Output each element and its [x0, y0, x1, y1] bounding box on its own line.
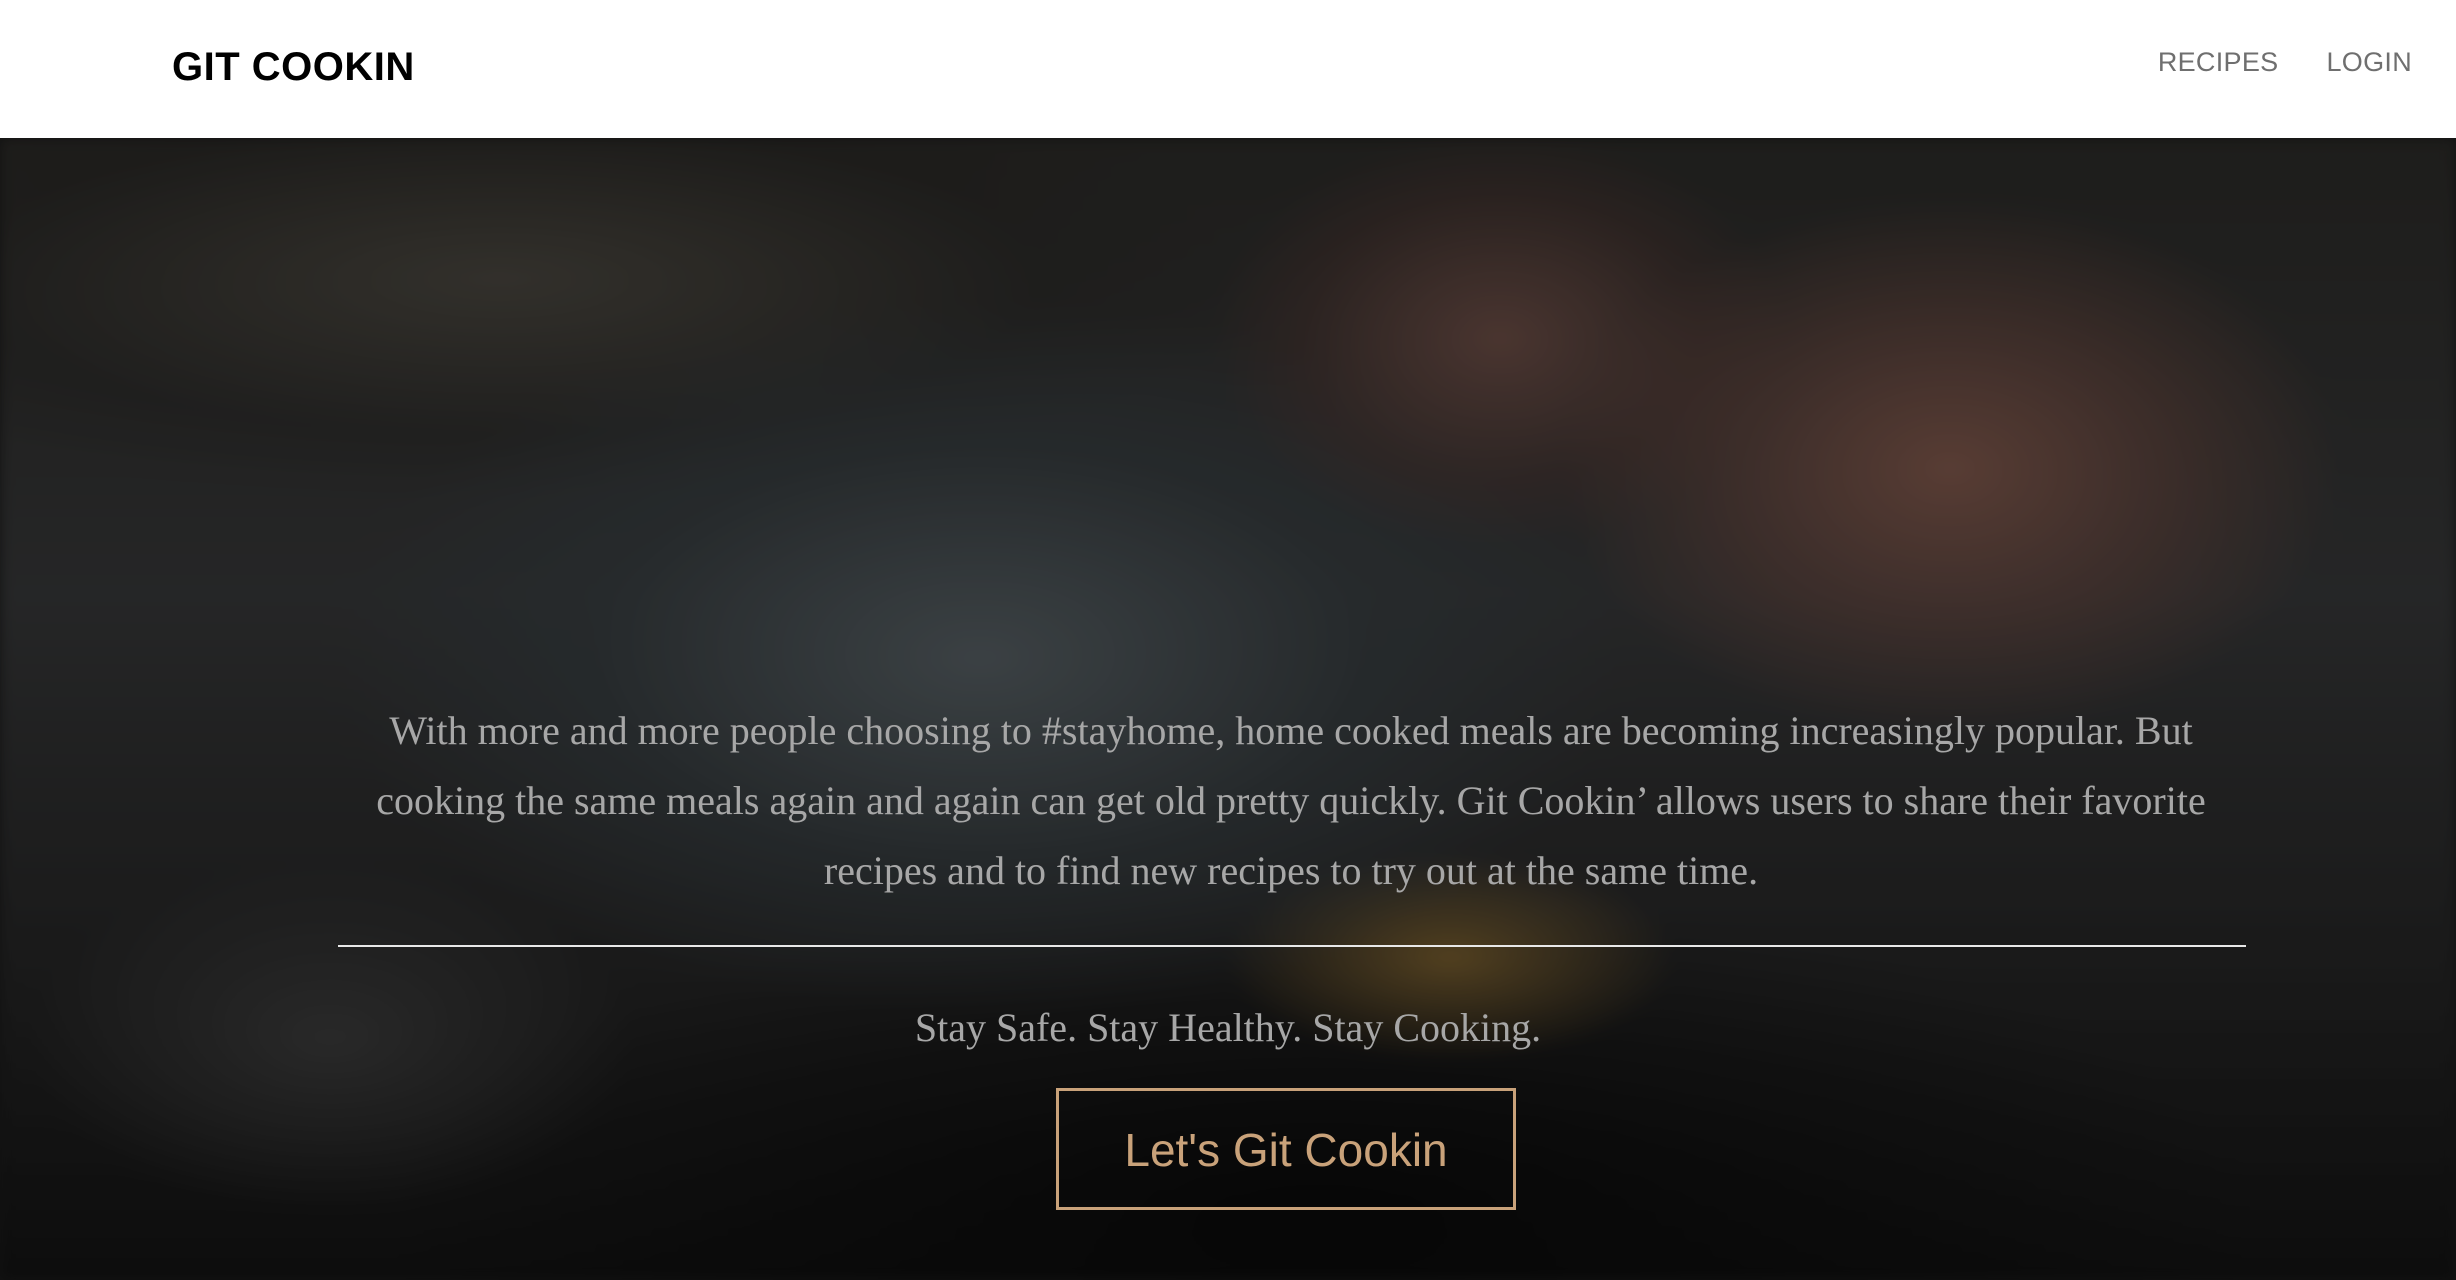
hero-divider: [338, 945, 2246, 947]
nav-links: RECIPES LOGIN: [2158, 44, 2412, 80]
hero-section: With more and more people choosing to #s…: [0, 138, 2456, 1280]
nav-link-recipes[interactable]: RECIPES: [2158, 44, 2279, 80]
hero-content: With more and more people choosing to #s…: [0, 138, 2456, 1280]
lets-git-cookin-button[interactable]: Let's Git Cookin: [1056, 1088, 1516, 1210]
hero-tagline: Stay Safe. Stay Healthy. Stay Cooking.: [914, 1005, 1542, 1050]
navbar: GIT COOKIN RECIPES LOGIN: [0, 0, 2456, 138]
brand-logo-link[interactable]: GIT COOKIN: [172, 42, 415, 92]
nav-link-login[interactable]: LOGIN: [2326, 44, 2412, 80]
hero-description: With more and more people choosing to #s…: [376, 708, 2206, 893]
